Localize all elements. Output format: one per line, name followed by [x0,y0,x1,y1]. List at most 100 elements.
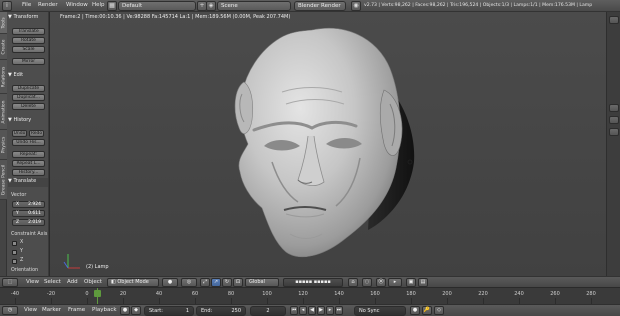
menu-help[interactable]: Help [92,2,105,8]
jump-end-icon[interactable]: ⏭ [335,306,343,315]
menu-object[interactable]: Object [84,279,102,285]
transform-panel-title: Transform [13,14,39,20]
properties-panel-edge [606,12,620,276]
history-panel-header[interactable]: ▼ History [8,117,48,124]
editor-type-timeline-icon[interactable]: ◷ [2,306,18,315]
play-reverse-icon[interactable]: ◀ [308,306,316,315]
transform-panel-header[interactable]: ▼ Transform [8,14,48,21]
constraint-z-checkbox[interactable] [12,259,17,264]
menu-file[interactable]: File [22,2,31,8]
mode-select[interactable]: ◧ Object Mode [107,278,159,287]
edit-panel-header[interactable]: ▼ Edit [8,72,48,79]
operator-panel-title: Translate [13,178,37,184]
editor-type-3d-icon[interactable]: ⬚ [2,278,18,287]
repeat-last-button[interactable]: Repeat L... [12,160,45,167]
duplicate-linked-button[interactable]: Duplicat... [12,94,45,101]
repeat-button[interactable]: Repeat: [12,151,45,158]
keyingset-icon[interactable]: ◆ [131,306,141,315]
pivot-point-icon[interactable]: ◎ [181,278,197,287]
menu-view[interactable]: View [26,279,39,285]
timeline-tick-label: 100 [262,291,272,297]
translate-manipulator-icon[interactable]: ↗ [211,278,221,287]
properties-tab-icon-3[interactable] [609,128,619,136]
rotate-button[interactable]: Rotate [12,37,45,44]
tab-relations[interactable]: Relations [0,60,7,94]
constraint-x-label: X [20,240,24,245]
prev-key-icon[interactable]: ◂ [299,306,307,315]
keying-toggle-icon[interactable]: ● [410,306,420,315]
manipulator-toggle-icon[interactable]: ⤢ [200,278,210,287]
rotate-manipulator-icon[interactable]: ↻ [222,278,232,287]
menu-window[interactable]: Window [66,2,88,8]
translate-button[interactable]: Translate [12,28,45,35]
editor-type-icon[interactable]: i [2,1,12,11]
next-key-icon[interactable]: ▸ [326,306,334,315]
keying-set-icon[interactable]: 🔑 [422,306,432,315]
menu-select[interactable]: Select [44,279,61,285]
mirror-button[interactable]: Mirror [12,58,45,65]
vector-z-axis: Z [16,220,20,225]
transform-orientation-select[interactable]: Global [245,278,279,287]
start-frame-field[interactable]: Start: 1 [144,306,194,316]
tab-physics[interactable]: Physics [0,130,7,160]
vector-x-field[interactable]: X 2.924 [12,201,45,208]
snap-element-icon[interactable]: ▸ [388,278,402,287]
vector-z-value: 2.019 [28,220,41,225]
tab-create[interactable]: Create [0,34,7,60]
tool-shelf: ▼ Transform Translate Rotate Scale Mirro… [7,12,49,276]
sync-mode-select[interactable]: No Sync [354,306,406,316]
scene-select[interactable]: Scene [217,1,291,11]
layer-buttons[interactable]: ▪▪▪▪▪ ▪▪▪▪▪ [283,278,343,287]
undo-button[interactable]: Undo [12,130,27,137]
viewport-shading-icon[interactable]: ● [162,278,178,287]
menu-render[interactable]: Render [38,2,58,8]
menu-view-timeline[interactable]: View [24,307,37,313]
play-icon[interactable]: ▶ [317,306,325,315]
timeline-tick-label: 120 [298,291,308,297]
timeline-editor[interactable]: -40 -20 0 20 40 60 80 100 120 140 160 180 200 220 240 2… [0,287,620,305]
insert-keyframe-icon[interactable]: ◇ [434,306,444,315]
menu-frame[interactable]: Frame [68,307,85,313]
tab-animation[interactable]: Animation [0,94,7,130]
render-animation-icon[interactable]: ▤ [418,278,428,287]
end-frame-field[interactable]: End: 250 [196,306,246,316]
properties-tab-icon[interactable] [609,104,619,112]
render-preview-icon[interactable]: ▣ [406,278,416,287]
render-engine-select[interactable]: Blender Render [294,1,346,11]
timeline-tick-label: 180 [406,291,416,297]
properties-toggle-icon[interactable] [609,16,619,24]
scale-manipulator-icon[interactable]: ⊡ [233,278,243,287]
snap-icon[interactable]: ⦿ [376,278,386,287]
repeat-history-button[interactable]: History... [12,169,45,176]
tab-grease-pencil[interactable]: Grease Pencil [0,160,7,200]
vector-y-field[interactable]: Y 0.611 [12,210,45,217]
scale-button[interactable]: Scale [12,46,45,53]
operator-panel-header[interactable]: ▼ Translate [8,178,48,187]
tab-physics-label: Physics [1,136,6,153]
menu-marker[interactable]: Marker [42,307,61,313]
delete-button[interactable]: Delete [12,103,45,110]
current-frame-field[interactable]: 2 [250,306,286,316]
proportional-edit-icon[interactable]: ◌ [362,278,372,287]
properties-tab-icon-2[interactable] [609,116,619,124]
lock-camera-icon[interactable]: ⌂ [348,278,358,287]
current-frame-indicator[interactable] [94,290,101,297]
record-icon[interactable]: ● [120,306,130,315]
constraint-y-checkbox[interactable] [12,250,17,255]
redo-button[interactable]: Redo [29,130,44,137]
jump-start-icon[interactable]: ⏮ [290,306,298,315]
3d-viewport[interactable]: Frame:2 | Time:00:10.36 | Ve:98288 Fa:14… [50,12,606,276]
menu-add[interactable]: Add [67,279,78,285]
scene-icon[interactable]: ◈ [206,1,216,11]
menu-playback[interactable]: Playback [92,307,117,313]
layout-icon[interactable]: ▦ [107,1,117,11]
timeline-tick-label: 280 [586,291,596,297]
constraint-x-checkbox[interactable] [12,241,17,246]
screen-layout-select[interactable]: Default [118,1,196,11]
tool-shelf-tabs: Tools Create Relations Animation Physics… [0,12,7,276]
vector-z-field[interactable]: Z 2.019 [12,219,45,226]
undo-history-button[interactable]: Undo His... [12,139,45,146]
tab-tools[interactable]: Tools [0,12,7,34]
head-mesh[interactable] [50,12,606,276]
duplicate-button[interactable]: Duplicate [12,85,45,92]
